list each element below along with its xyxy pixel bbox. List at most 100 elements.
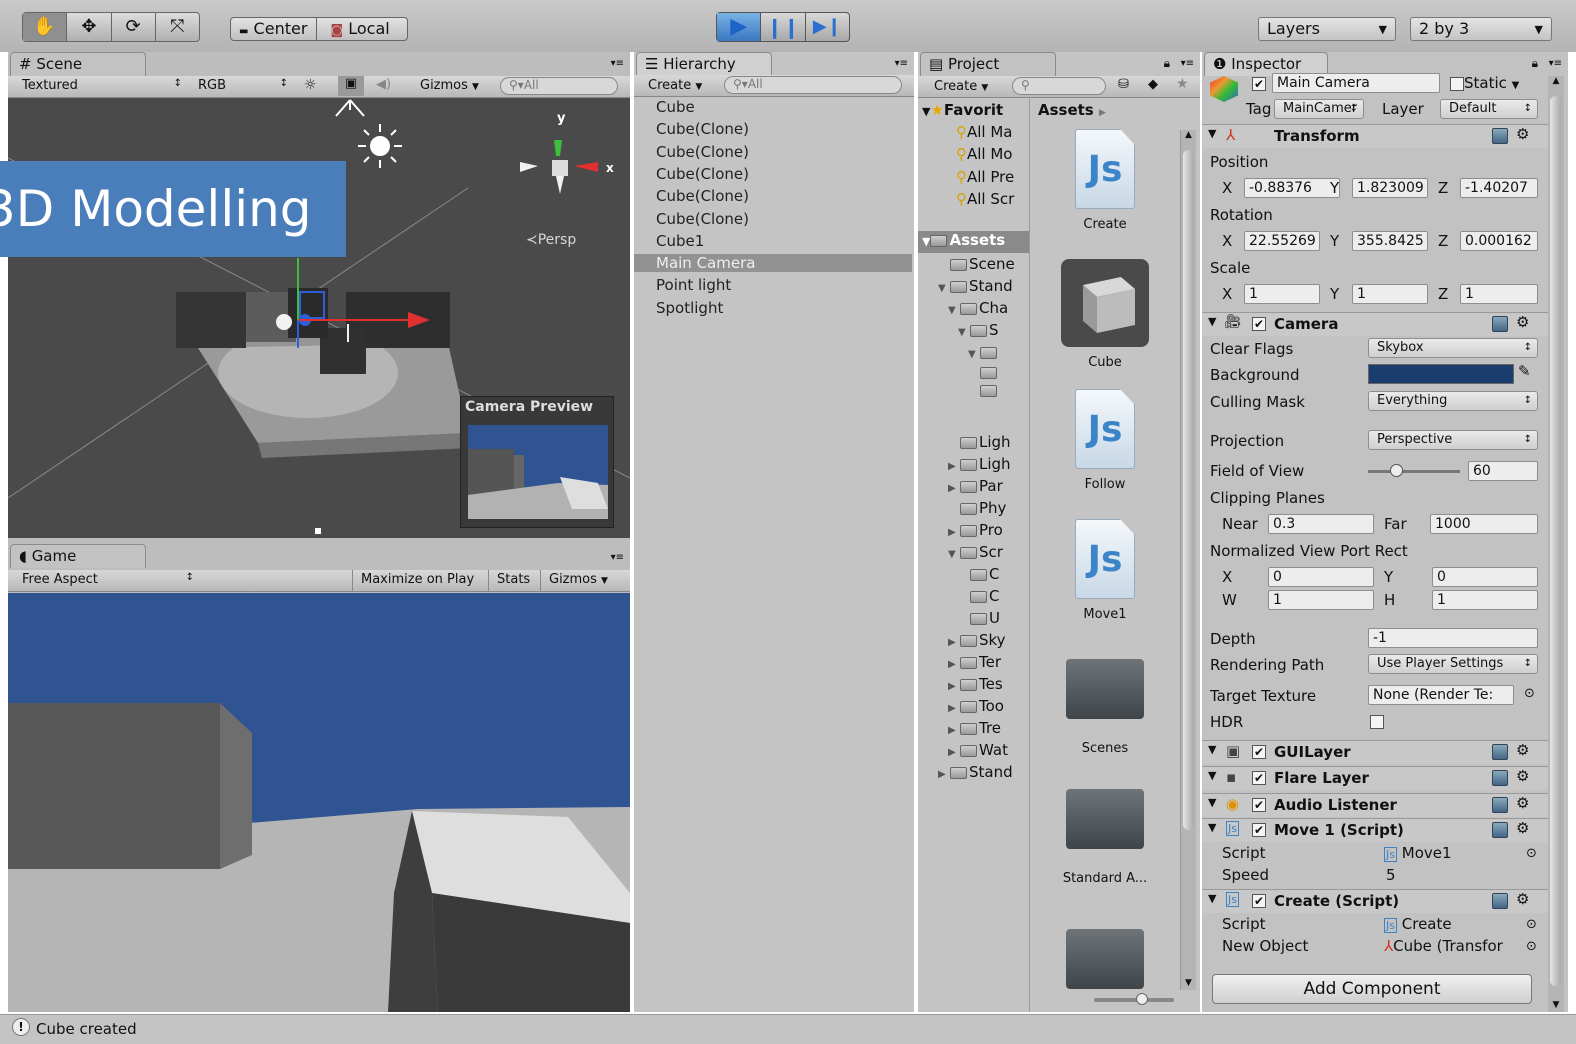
transform-settings-gear-icon[interactable]: ⚙ <box>1516 125 1529 143</box>
tree-expand-icon[interactable]: ▶ <box>948 681 960 692</box>
tree-folder-item[interactable]: ▶ Too <box>948 697 1004 715</box>
tree-folder-item[interactable]: ▼ Stand <box>938 277 1013 295</box>
pos-y-field[interactable]: 1.823009 <box>1352 178 1428 198</box>
game-viewport[interactable] <box>8 593 630 1012</box>
maximize-on-play-toggle[interactable]: Maximize on Play <box>352 570 482 592</box>
tree-folder-item[interactable]: Scene <box>938 255 1015 273</box>
create-script-ref[interactable]: Js Create <box>1384 915 1452 933</box>
hierarchy-create-dropdown[interactable]: Create ▼ <box>648 78 702 93</box>
component-help-icon[interactable] <box>1492 796 1508 813</box>
camera-header[interactable]: ▼ 🎥︎ ✔ Camera ⚙ <box>1202 312 1548 336</box>
asset-item[interactable]: Js Follow <box>1060 389 1150 492</box>
tree-folder-item[interactable]: ▶ Stand <box>938 763 1013 781</box>
asset-item[interactable]: Standard A... <box>1060 779 1150 886</box>
tree-folder-item[interactable]: U <box>958 609 1000 627</box>
inspector-lock-icon[interactable]: 🔒︎ <box>1532 56 1538 71</box>
component-settings-gear-icon[interactable]: ⚙ <box>1516 794 1529 812</box>
create-enabled-checkbox[interactable]: ✔ <box>1252 893 1266 909</box>
rot-x-field[interactable]: 22.55269 <box>1244 231 1320 251</box>
scene-tab[interactable]: # Scene <box>10 52 146 76</box>
far-field[interactable]: 1000 <box>1430 514 1538 534</box>
static-toggle[interactable]: Static ▼ <box>1450 74 1519 92</box>
scroll-down-icon[interactable]: ▼ <box>1181 978 1196 988</box>
tree-folder-item[interactable] <box>968 381 999 399</box>
create-settings-gear-icon[interactable]: ⚙ <box>1516 890 1529 908</box>
rot-z-field[interactable]: 0.000162 <box>1460 231 1538 251</box>
tree-folder-item[interactable]: ▼ S <box>958 321 999 339</box>
scene-gizmos-dropdown[interactable]: Gizmos ▼ <box>420 78 479 93</box>
favorite-item[interactable]: ⚲All Pre <box>956 168 1014 186</box>
favorites-header[interactable]: ▼★Favorit <box>922 101 1003 119</box>
asset-zoom-slider[interactable] <box>1094 993 1174 1005</box>
game-gizmos-dropdown[interactable]: Gizmos ▼ <box>540 570 616 592</box>
tree-expand-icon[interactable]: ▶ <box>948 461 960 472</box>
tree-folder-item[interactable]: ▼ <box>968 343 999 361</box>
move-script-picker-icon[interactable]: ⊙ <box>1526 846 1537 861</box>
move-settings-gear-icon[interactable]: ⚙ <box>1516 819 1529 837</box>
component-header[interactable]: ▼ ◉ ✔ Audio Listener ⚙ <box>1202 792 1548 817</box>
tree-expand-icon[interactable]: ▶ <box>948 725 960 736</box>
assets-root-item[interactable]: ▼ Assets <box>918 231 1029 253</box>
render-mode-dropdown[interactable]: RGB ↕ <box>198 78 288 93</box>
scale-y-field[interactable]: 1 <box>1352 284 1428 304</box>
hierarchy-item[interactable]: Cube(Clone) <box>656 187 749 205</box>
new-object-ref[interactable]: ⅄Cube (Transfor <box>1384 937 1503 955</box>
camera-help-icon[interactable] <box>1492 316 1508 332</box>
inspector-scroll-thumb[interactable] <box>1550 96 1561 986</box>
camera-settings-gear-icon[interactable]: ⚙ <box>1516 313 1529 331</box>
tree-expand-icon[interactable]: ▼ <box>938 283 950 294</box>
new-object-picker-icon[interactable]: ⊙ <box>1526 939 1537 954</box>
rotate-tool-icon[interactable]: ⟳ <box>112 13 156 41</box>
layers-dropdown[interactable]: Layers ▼ <box>1258 17 1396 41</box>
status-message[interactable]: Cube created <box>36 1020 137 1038</box>
tree-expand-icon[interactable]: ▶ <box>948 703 960 714</box>
favorite-item[interactable]: ⚲All Ma <box>956 123 1013 141</box>
scale-tool-icon[interactable]: ⤧ <box>156 13 199 41</box>
filter-type-icon[interactable]: ⛁ <box>1118 77 1129 92</box>
hierarchy-item[interactable]: Point light <box>656 276 731 294</box>
hierarchy-item[interactable]: Cube1 <box>656 232 704 250</box>
tree-folder-item[interactable]: ▶ Par <box>948 477 1003 495</box>
asset-item[interactable]: Cube <box>1060 259 1150 370</box>
pivot-center-button[interactable]: ▬ Center <box>231 18 317 40</box>
component-help-icon[interactable] <box>1492 770 1508 787</box>
vp-h-field[interactable]: 1 <box>1432 590 1538 610</box>
inspector-menu-icon[interactable]: ▾≡ <box>1549 58 1562 69</box>
hierarchy-item[interactable]: Cube(Clone) <box>656 165 749 183</box>
component-settings-gear-icon[interactable]: ⚙ <box>1516 741 1529 759</box>
tree-expand-icon[interactable]: ▼ <box>958 327 970 338</box>
tree-expand-icon[interactable]: ▶ <box>948 659 960 670</box>
tree-expand-icon[interactable]: ▶ <box>948 637 960 648</box>
hierarchy-menu-icon[interactable]: ▾≡ <box>895 58 908 69</box>
asset-item[interactable]: Js Create <box>1060 129 1150 232</box>
scene-panel-menu-icon[interactable]: ▾≡ <box>611 58 624 69</box>
asset-item[interactable]: Scenes <box>1060 649 1150 756</box>
target-texture-field[interactable]: None (Render Te: <box>1368 685 1514 705</box>
transform-header[interactable]: ▼ ⅄ Transform ⚙ <box>1202 124 1548 148</box>
background-color-swatch[interactable] <box>1368 364 1514 384</box>
vp-w-field[interactable]: 1 <box>1268 590 1374 610</box>
scene-image-toggle-icon[interactable]: ▣ <box>338 76 364 96</box>
component-enabled-checkbox[interactable]: ✔ <box>1252 770 1266 786</box>
aspect-dropdown[interactable]: Free Aspect ↕ <box>22 572 194 587</box>
depth-field[interactable]: -1 <box>1368 628 1538 648</box>
tree-folder-item[interactable]: ▶ Tes <box>948 675 1003 693</box>
hierarchy-search-input[interactable]: ⚲▾All <box>724 76 902 94</box>
favorite-item[interactable]: ⚲All Scr <box>956 190 1014 208</box>
inspector-scroll-down-icon[interactable]: ▼ <box>1548 1000 1564 1010</box>
pos-x-field[interactable]: -0.88376 <box>1244 178 1340 198</box>
game-tab[interactable]: ◖ Game <box>10 544 146 568</box>
component-help-icon[interactable] <box>1492 744 1508 760</box>
create-script-header[interactable]: ▼ Js ✔ Create (Script) ⚙ <box>1202 889 1548 913</box>
move-tool-icon[interactable]: ✥ <box>67 13 112 41</box>
rot-y-field[interactable]: 355.8425 <box>1352 231 1428 251</box>
project-lock-icon[interactable]: 🔒︎ <box>1164 56 1170 71</box>
component-header[interactable]: ▼ ▪ ✔ Flare Layer ⚙ <box>1202 766 1548 791</box>
tree-expand-icon[interactable]: ▼ <box>948 549 960 560</box>
zoom-slider-thumb[interactable] <box>1136 993 1148 1005</box>
color-picker-eyedropper-icon[interactable]: ✎ <box>1518 362 1531 380</box>
tree-expand-icon[interactable]: ▼ <box>968 349 980 360</box>
pause-button-icon[interactable]: ❙❙ <box>761 13 806 41</box>
target-texture-picker-icon[interactable]: ⊙ <box>1524 686 1535 701</box>
favorite-star-icon[interactable]: ★ <box>1176 76 1189 92</box>
